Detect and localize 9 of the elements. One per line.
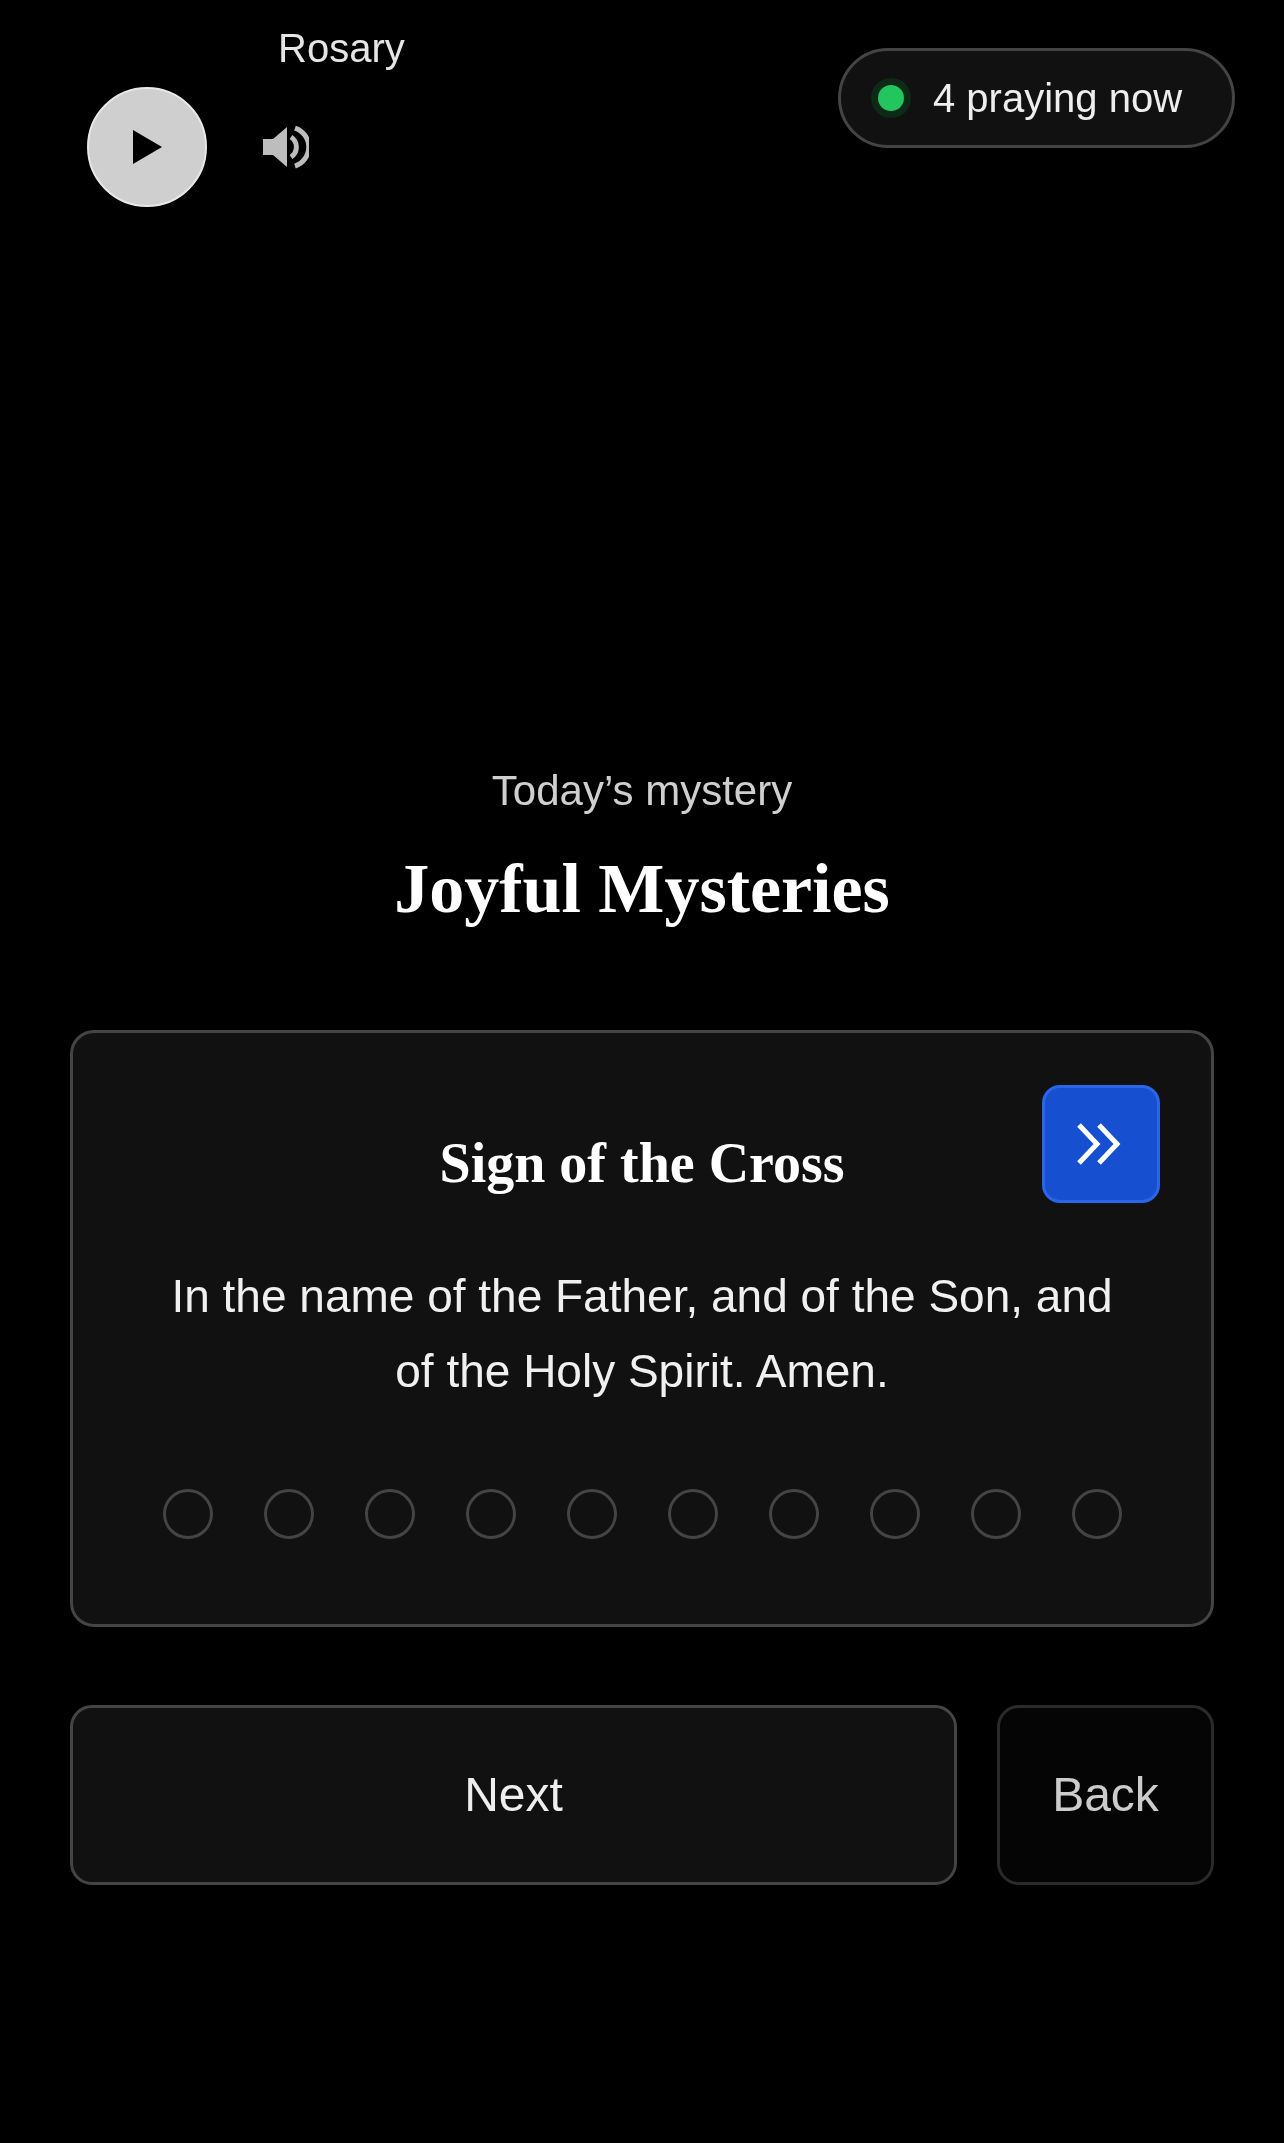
prayer-text: In the name of the Father, and of the Son, and of the Holy Spirit. Amen. (170, 1269, 1114, 1399)
play-icon (131, 129, 163, 165)
presence-count: 4 praying now (933, 75, 1183, 122)
next-button[interactable]: Next (70, 1705, 957, 1885)
mystery-caption: Today’s mystery (491, 770, 793, 812)
breadcrumb-item[interactable]: Rosary (278, 28, 405, 68)
skip-button[interactable] (1042, 1085, 1160, 1203)
speaker-icon[interactable] (261, 123, 309, 171)
back-button[interactable]: Back (997, 1705, 1214, 1885)
